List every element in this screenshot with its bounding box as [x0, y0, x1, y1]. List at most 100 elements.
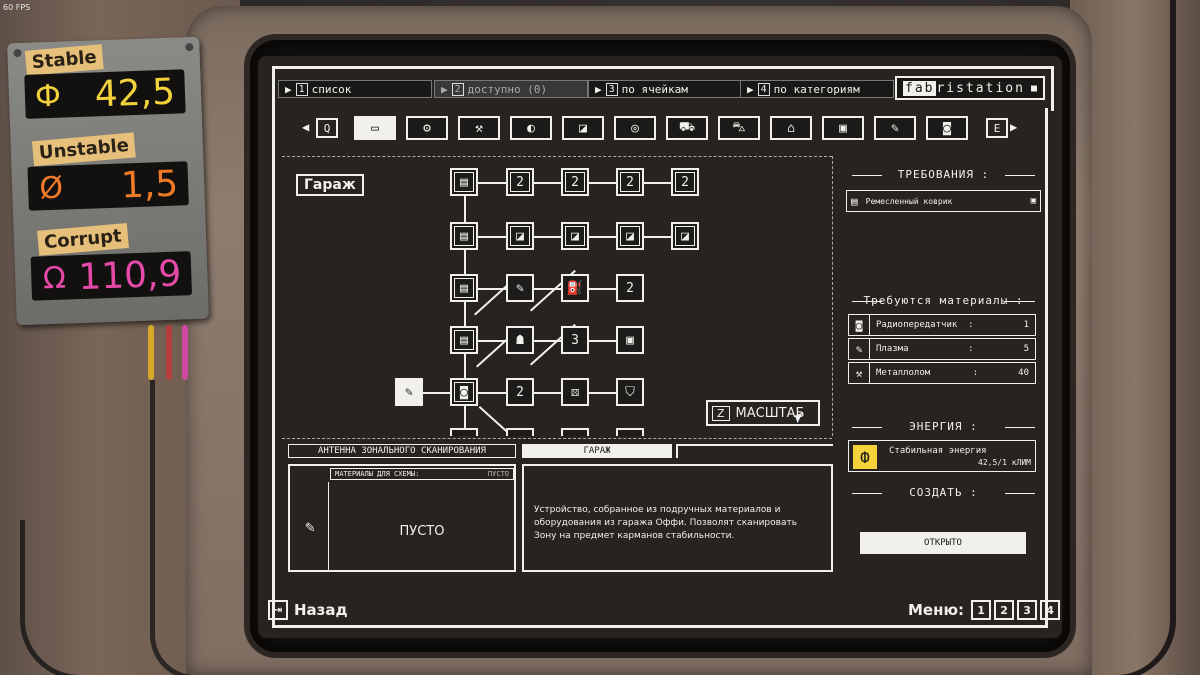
tree-node[interactable]: 2 [561, 168, 589, 196]
headlight-icon[interactable]: ◐ [510, 116, 552, 140]
tree-node[interactable]: ▤ [450, 168, 478, 196]
menu-key-4[interactable]: 4 [1040, 600, 1061, 620]
category-bar: ▭ ⚙ ⚒ ◐ ◪ ◎ ⛟ ⛍ ⌂ ▣ ✎ ◙ [298, 116, 1038, 142]
create-title: СОЗДАТЬ : [846, 486, 1041, 499]
tree-node[interactable]: ◪ [506, 222, 534, 250]
selected-tree-node[interactable]: ✎ [395, 378, 423, 406]
tree-node[interactable]: 2 [506, 378, 534, 406]
gear-icon[interactable]: ⚙ [406, 116, 448, 140]
zoom-key: Z [712, 405, 730, 421]
screw [13, 48, 22, 58]
mat-icon: ▤ [851, 194, 858, 208]
tree-node[interactable]: ◪ [561, 222, 589, 250]
tab-list[interactable]: ▶ 1 список [278, 80, 432, 98]
tab-label: по ячейкам [621, 82, 688, 96]
zoom-label: МАСШТАБ [735, 405, 805, 421]
crafting-tree[interactable]: Гараж ▤ 2 2 2 2 ▤ ◪ ◪ ◪ ◪ ▤ ✎ ⛽ 2 ▤ ☗ 3 … [280, 156, 830, 436]
material-row: ✎ Плазма : 5 [848, 338, 1036, 360]
item-description: Устройство, собранное из подручных матер… [522, 464, 833, 572]
tree-node[interactable] [450, 428, 478, 436]
camera-icon[interactable]: ◙ [926, 116, 968, 140]
category-label: Гараж [296, 174, 364, 196]
tree-node[interactable]: ▤ [450, 274, 478, 302]
zoom-button[interactable]: Z МАСШТАБ [706, 400, 820, 426]
material-name: Плазма [876, 344, 909, 354]
menu-key-3[interactable]: 3 [1017, 600, 1038, 620]
tree-node[interactable] [561, 428, 589, 436]
fabristation-logo: fab ristation ■ [895, 76, 1045, 100]
check-icon: ▣ [1030, 196, 1036, 206]
car-door-icon[interactable]: ◪ [562, 116, 604, 140]
cable [20, 520, 125, 675]
back-button[interactable]: ⇥ Назад [268, 600, 348, 620]
corrupt-energy-icon: Ω [42, 260, 67, 296]
scrap-metal-icon: ⚒ [849, 363, 870, 383]
radio-icon[interactable]: ▭ [354, 116, 396, 140]
square-icon: ■ [1030, 82, 1039, 94]
tree-node[interactable]: ✎ [506, 274, 534, 302]
schematic-materials-box: МАТЕРИАЛЫ ДЛЯ СХЕМЫ: ПУСТО ✎ ПУСТО [288, 464, 516, 572]
play-icon: ▶ [441, 82, 448, 96]
engine-icon[interactable]: ⌂ [770, 116, 812, 140]
logo-rest: ristation [936, 80, 1025, 96]
tree-node[interactable]: ▤ [450, 222, 478, 250]
tree-node[interactable]: 2 [506, 168, 534, 196]
tree-node[interactable]: 2 [616, 274, 644, 302]
item-category: ГАРАЖ [522, 444, 672, 458]
tree-node[interactable]: ⛽ [561, 274, 589, 302]
tire-icon[interactable]: ◎ [614, 116, 656, 140]
corrupt-label: Corrupt [37, 223, 129, 256]
sedan-icon[interactable]: ⛍ [718, 116, 760, 140]
wrench-icon[interactable]: ✎ [874, 116, 916, 140]
stable-label: Stable [24, 44, 104, 76]
material-qty: 5 [1023, 344, 1029, 354]
tools-icon[interactable]: ⚒ [458, 116, 500, 140]
menu-key-2[interactable]: 2 [994, 600, 1015, 620]
next-category-key[interactable]: E [986, 118, 1008, 138]
game-scene: 60 FPS Stable Ф 42,5 Unstable Ø 1,5 Corr… [0, 0, 1200, 675]
menu-label: Меню: [908, 601, 965, 619]
car-icon[interactable]: ⛟ [666, 116, 708, 140]
stable-energy-icon: Ф [34, 78, 62, 114]
tree-node[interactable]: ☗ [506, 326, 534, 354]
tree-node[interactable]: 2 [671, 168, 699, 196]
exit-icon: ⇥ [268, 600, 288, 620]
materials-header: МАТЕРИАЛЫ ДЛЯ СХЕМЫ: ПУСТО [330, 468, 514, 480]
material-qty: 1 [1023, 320, 1029, 330]
material-qty: 40 [1018, 368, 1029, 378]
back-label: Назад [294, 601, 348, 619]
tab-available[interactable]: ▶ 2 доступно (0) [434, 80, 588, 98]
create-button[interactable]: ОТКРЫТО [860, 532, 1026, 554]
tree-node[interactable]: ◙ [450, 378, 478, 406]
stable-value: 42,5 [94, 71, 176, 115]
menu-key-1[interactable]: 1 [971, 600, 992, 620]
tree-node[interactable] [506, 428, 534, 436]
tree-node[interactable] [616, 428, 644, 436]
unstable-energy-icon: Ø [38, 170, 64, 206]
arrow-right-icon[interactable]: ▶ [1010, 120, 1017, 134]
logo-fab: fab [903, 80, 937, 96]
tree-node[interactable]: 3 [561, 326, 589, 354]
play-icon: ▶ [747, 82, 754, 96]
tree-node[interactable]: 2 [616, 168, 644, 196]
material-name: Металлолом [876, 368, 931, 378]
empty-label: ПУСТО [399, 524, 445, 539]
menu-selector: Меню: 1 2 3 4 [908, 600, 1061, 620]
tab-by-category[interactable]: ▶ 4 по категориям [740, 80, 894, 98]
tree-node[interactable]: ◪ [671, 222, 699, 250]
tab-by-cells[interactable]: ▶ 3 по ячейкам [588, 80, 742, 98]
corrupt-value: 110,9 [77, 253, 182, 298]
tree-node[interactable]: ⛉ [616, 378, 644, 406]
corrupt-readout: Ω 110,9 [30, 251, 193, 301]
tree-node[interactable]: ◪ [616, 222, 644, 250]
tree-node[interactable]: ⚄ [561, 378, 589, 406]
energy-name: Стабильная энергия [889, 446, 987, 456]
battery-icon[interactable]: ▣ [822, 116, 864, 140]
tree-node[interactable]: ▤ [450, 326, 478, 354]
separator: : [968, 320, 974, 330]
cable [150, 380, 195, 675]
materials-label: МАТЕРИАЛЫ ДЛЯ СХЕМЫ: [335, 470, 420, 478]
tree-node[interactable]: ▣ [616, 326, 644, 354]
separator: : [972, 368, 979, 378]
tab-label: по категориям [773, 82, 860, 96]
